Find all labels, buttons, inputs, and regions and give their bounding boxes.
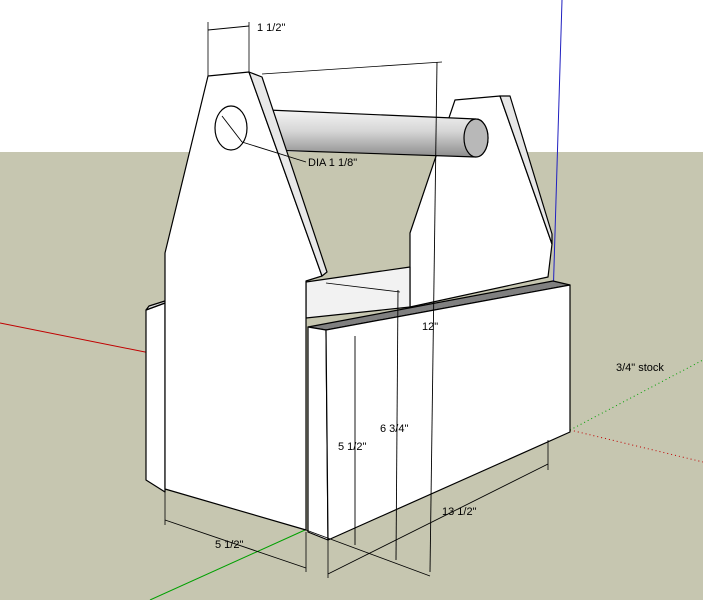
box-length-label: 13 1/2" <box>442 506 477 518</box>
overall-height-label: 12" <box>422 321 438 333</box>
stock-note: 3/4" stock <box>616 362 664 374</box>
box-width-label: 5 1/2" <box>215 539 243 551</box>
sketchup-viewport[interactable]: 1 1/2" 12" DIA 1 1/8" 6 3/4" 5 1/2" 5 1/… <box>0 0 703 601</box>
hole-diameter-label: DIA 1 1/8" <box>308 157 357 169</box>
model-drawing: 1 1/2" 12" DIA 1 1/8" 6 3/4" 5 1/2" 5 1/… <box>0 0 703 601</box>
front-side-board-left-edge <box>307 326 329 541</box>
left-side-board <box>145 302 166 493</box>
box-height-label: 5 1/2" <box>338 441 366 453</box>
handle-width-label: 1 1/2" <box>257 22 285 34</box>
dowel-end <box>463 118 489 158</box>
side-height-label: 6 3/4" <box>380 423 408 435</box>
